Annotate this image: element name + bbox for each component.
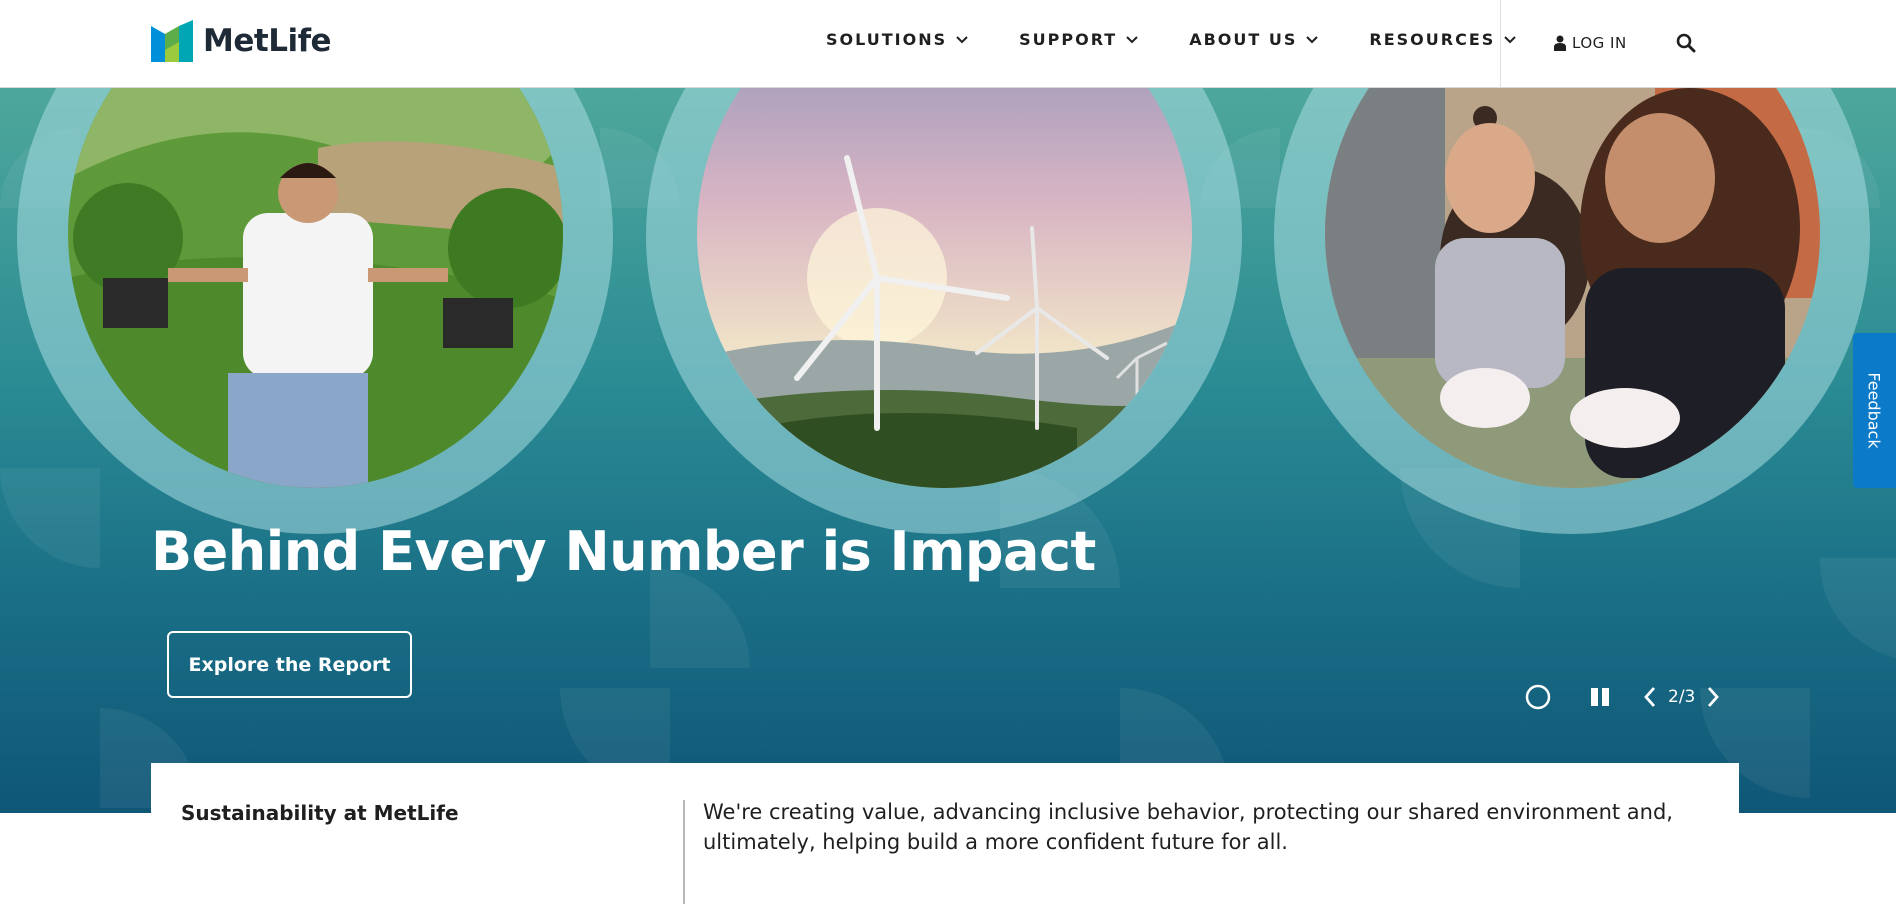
- nav-support[interactable]: SUPPORT: [1019, 30, 1139, 49]
- main-nav: SOLUTIONS SUPPORT ABOUT US RESOURCES: [826, 30, 1517, 49]
- pause-icon[interactable]: [1586, 683, 1614, 711]
- explore-report-button[interactable]: Explore the Report: [167, 631, 412, 698]
- metlife-logo[interactable]: MetLife: [151, 20, 332, 62]
- nav-solutions[interactable]: SOLUTIONS: [826, 30, 969, 49]
- site-header: MetLife SOLUTIONS SUPPORT ABOUT US RESOU…: [0, 0, 1896, 88]
- hero-carousel: Behind Every Number is Impact Explore th…: [0, 88, 1896, 813]
- carousel-controls: 2/3: [1524, 682, 1723, 712]
- chevron-left-icon[interactable]: [1640, 683, 1660, 711]
- feedback-label: Feedback: [1865, 372, 1885, 449]
- nav-support-label: SUPPORT: [1019, 30, 1118, 49]
- sustainability-card: Sustainability at MetLife We're creating…: [151, 763, 1739, 904]
- feedback-tab[interactable]: Feedback: [1853, 333, 1896, 488]
- card-text: We're creating value, advancing inclusiv…: [703, 800, 1673, 854]
- nav-resources[interactable]: RESOURCES: [1369, 30, 1517, 49]
- search-icon[interactable]: [1676, 33, 1696, 53]
- chevron-down-icon: [1504, 35, 1516, 43]
- card-divider: [683, 800, 685, 904]
- nav-solutions-label: SOLUTIONS: [826, 30, 948, 49]
- slide-counter: 2/3: [1668, 687, 1696, 707]
- nav-about-us-label: ABOUT US: [1189, 30, 1298, 49]
- login-link[interactable]: LOG IN: [1554, 34, 1627, 52]
- login-label: LOG IN: [1572, 34, 1627, 52]
- nav-resources-label: RESOURCES: [1369, 30, 1496, 49]
- chevron-down-icon: [1306, 35, 1319, 43]
- user-icon: [1554, 35, 1566, 51]
- chevron-right-icon[interactable]: [1703, 683, 1723, 711]
- metlife-logo-icon: [151, 20, 193, 62]
- nav-divider: [1500, 0, 1501, 88]
- nav-about-us[interactable]: ABOUT US: [1189, 30, 1319, 49]
- card-label: Sustainability at MetLife: [181, 801, 459, 825]
- chevron-down-icon: [956, 35, 968, 43]
- logo-text: MetLife: [203, 23, 332, 59]
- hero-title: Behind Every Number is Impact: [151, 520, 1096, 583]
- chevron-down-icon: [1126, 35, 1138, 43]
- circle-icon[interactable]: [1524, 683, 1552, 711]
